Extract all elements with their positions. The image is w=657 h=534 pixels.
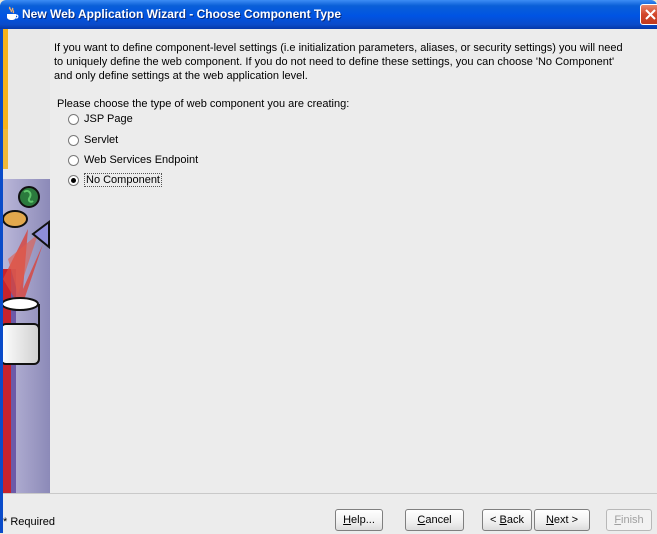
- cancel-button[interactable]: Cancel: [405, 509, 464, 531]
- title-bar[interactable]: New Web Application Wizard - Choose Comp…: [0, 0, 657, 29]
- button-bar: * Required Help... Cancel < Back Next > …: [3, 493, 657, 534]
- radio-jsp-page[interactable]: JSP Page: [68, 111, 133, 127]
- radio-label: No Component: [84, 173, 162, 187]
- radio-no-component[interactable]: No Component: [68, 172, 162, 188]
- radio-label: JSP Page: [84, 113, 133, 125]
- component-type-prompt: Please choose the type of web component …: [57, 98, 350, 110]
- close-button[interactable]: [640, 4, 657, 25]
- back-button[interactable]: < Back: [482, 509, 532, 531]
- help-button[interactable]: Help...: [335, 509, 383, 531]
- next-button[interactable]: Next >: [534, 509, 590, 531]
- radio-button-selected[interactable]: [68, 174, 79, 186]
- finish-button[interactable]: Finish: [606, 509, 652, 531]
- close-icon: [645, 9, 656, 20]
- radio-label: Servlet: [84, 134, 119, 146]
- java-cup-icon: [5, 6, 19, 22]
- radio-label: Web Services Endpoint: [84, 154, 199, 166]
- intro-text: If you want to define component-level se…: [54, 42, 623, 82]
- required-note: * Required: [3, 516, 55, 528]
- radio-button[interactable]: [68, 134, 79, 146]
- radio-button[interactable]: [68, 113, 79, 125]
- wizard-content: If you want to define component-level se…: [50, 29, 657, 493]
- radio-web-services-endpoint[interactable]: Web Services Endpoint: [68, 152, 198, 168]
- wizard-banner-graphic: [3, 29, 50, 493]
- radio-servlet[interactable]: Servlet: [68, 132, 118, 148]
- radio-button[interactable]: [68, 154, 79, 166]
- window-title: New Web Application Wizard - Choose Comp…: [22, 7, 342, 21]
